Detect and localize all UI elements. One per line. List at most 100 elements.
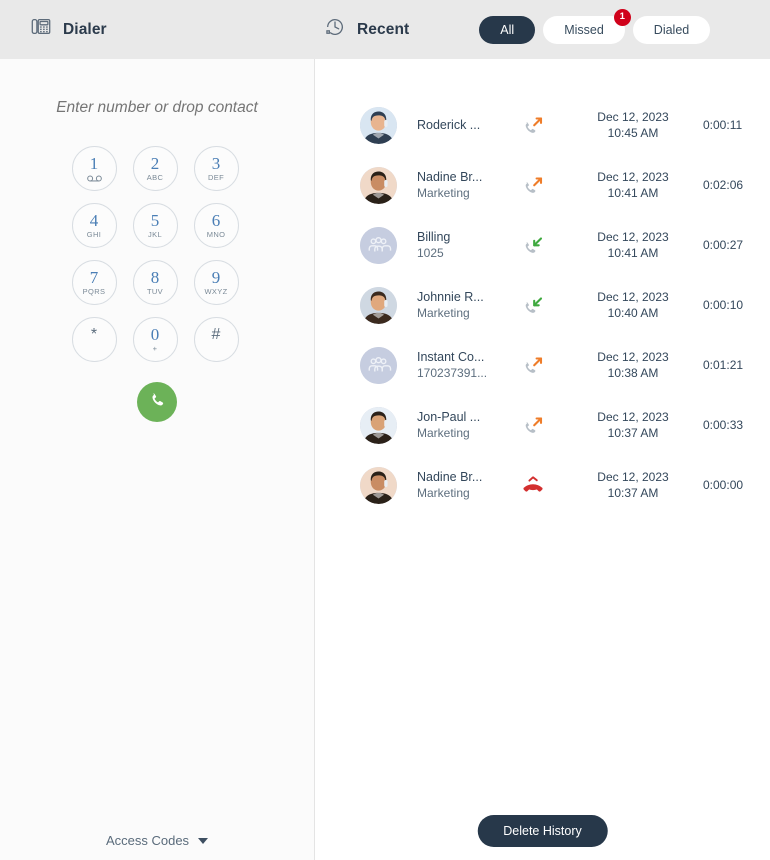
- contact-detail: Marketing: [417, 306, 470, 321]
- tab-missed[interactable]: Missed 1: [543, 8, 631, 44]
- key-letters: PQRS: [82, 287, 106, 297]
- key-7[interactable]: 7 PQRS: [71, 260, 117, 306]
- key-digit: #: [211, 325, 221, 343]
- key-letters: TUV: [146, 287, 164, 297]
- call-duration: 0:00:10: [703, 298, 744, 312]
- number-input[interactable]: [52, 97, 262, 119]
- key-digit: 9: [211, 268, 221, 288]
- call-contact: Billing 1025: [417, 229, 503, 261]
- recents-panel: Roderick ... Dec 12, 2023 10:45 AM 0:00:11 N…: [315, 59, 770, 860]
- recent-header-section: Recent: [315, 16, 409, 43]
- call-time: 10:41 AM: [607, 246, 659, 260]
- dialer-panel: 12ABC3DEF4GHI5JKL6MNO7PQRS8TUV9WXYZ*0+# …: [0, 59, 315, 860]
- call-duration: 0:00:00: [703, 478, 744, 492]
- key-2[interactable]: 2 ABC: [132, 146, 178, 192]
- key-letters: MNO: [206, 230, 226, 240]
- access-codes-dropdown[interactable]: Access Codes: [0, 833, 314, 848]
- call-contact: Johnnie R... Marketing: [417, 289, 503, 321]
- call-time: 10:40 AM: [607, 306, 659, 320]
- key-star[interactable]: *: [71, 317, 117, 363]
- key-0[interactable]: 0 +: [132, 317, 178, 363]
- contact-detail: Marketing: [417, 426, 470, 441]
- call-timestamp: Dec 12, 2023 10:40 AM: [563, 289, 703, 321]
- call-contact: Nadine Br... Marketing: [417, 169, 503, 201]
- call-time: 10:41 AM: [607, 186, 659, 200]
- contact-detail: 1025: [417, 246, 444, 261]
- recent-calls-list: Roderick ... Dec 12, 2023 10:45 AM 0:00:11 N…: [315, 59, 770, 515]
- call-outgoing-icon: [503, 353, 563, 377]
- contact-detail: Marketing: [417, 486, 470, 501]
- call-timestamp: Dec 12, 2023 10:41 AM: [563, 229, 703, 261]
- call-duration: 0:00:27: [703, 238, 744, 252]
- avatar: [360, 466, 397, 504]
- key-digit: 5: [150, 211, 160, 231]
- keypad: 1 2 ABC 3 DEF 4 GHI 5 JKL 6 MNO 7 PQRS 8 TUV 9 WXYZ * 0 + #: [64, 140, 251, 368]
- key-1[interactable]: 1: [71, 146, 117, 192]
- contact-name: Nadine Br...: [417, 469, 483, 484]
- voicemail-icon: [86, 175, 102, 183]
- key-letters: ABC: [146, 173, 164, 183]
- delete-history-button[interactable]: Delete History: [477, 815, 608, 847]
- call-timestamp: Dec 12, 2023 10:37 AM: [563, 469, 703, 501]
- contact-name: Billing: [417, 229, 451, 244]
- call-incoming-icon: [503, 233, 563, 257]
- recent-call-row[interactable]: Instant Co... 170237391... Dec 12, 2023 10:…: [315, 335, 770, 395]
- call-time: 10:38 AM: [607, 366, 659, 380]
- clock-history-icon: [324, 16, 346, 43]
- tab-dialed[interactable]: Dialed: [632, 15, 711, 44]
- app-body: 12ABC3DEF4GHI5JKL6MNO7PQRS8TUV9WXYZ*0+# …: [0, 59, 770, 860]
- contact-name: Nadine Br...: [417, 169, 483, 184]
- key-5[interactable]: 5 JKL: [132, 203, 178, 249]
- key-3[interactable]: 3 DEF: [193, 146, 239, 192]
- recent-call-row[interactable]: Nadine Br... Marketing Dec 12, 2023 10:41 A…: [315, 155, 770, 215]
- call-duration: 0:00:11: [703, 118, 743, 132]
- call-duration: 0:00:33: [703, 418, 744, 432]
- call-time: 10:37 AM: [607, 426, 659, 440]
- missed-count-badge: 1: [613, 8, 631, 26]
- caret-down-icon: [198, 837, 209, 844]
- key-4[interactable]: 4 GHI: [71, 203, 117, 249]
- recent-call-row[interactable]: Roderick ... Dec 12, 2023 10:45 AM 0:00:11: [315, 95, 770, 155]
- call-duration: 0:01:21: [703, 358, 744, 372]
- avatar: [360, 286, 397, 324]
- call-date: Dec 12, 2023: [597, 409, 669, 424]
- recent-call-row[interactable]: Nadine Br... Marketing Dec 12, 2023 10:37 A…: [315, 455, 770, 515]
- key-digit: 6: [211, 211, 221, 231]
- avatar: [360, 346, 397, 384]
- key-hash[interactable]: #: [193, 317, 239, 363]
- call-date: Dec 12, 2023: [597, 169, 669, 184]
- contact-name: Roderick ...: [417, 117, 481, 132]
- dialer-app: Dialer Recent All Missed 1 Dialed Enter …: [0, 0, 770, 860]
- key-8[interactable]: 8 TUV: [132, 260, 178, 306]
- call-missed-icon: [503, 473, 563, 497]
- key-letters: GHI: [86, 230, 102, 240]
- recent-call-row[interactable]: Billing 1025 Dec 12, 2023 10:41 AM 0:00:27: [315, 215, 770, 275]
- avatar: [360, 166, 397, 204]
- call-incoming-icon: [503, 293, 563, 317]
- contact-detail: 170237391...: [417, 366, 488, 381]
- call-button[interactable]: [137, 382, 177, 423]
- contact-name: Jon-Paul ...: [417, 409, 481, 424]
- key-digit: 1: [89, 153, 99, 173]
- call-timestamp: Dec 12, 2023 10:41 AM: [563, 169, 703, 201]
- key-digit: *: [90, 325, 98, 343]
- call-time: 10:45 AM: [607, 126, 659, 140]
- call-date: Dec 12, 2023: [597, 109, 669, 124]
- call-timestamp: Dec 12, 2023 10:38 AM: [563, 349, 703, 381]
- call-outgoing-icon: [503, 113, 563, 137]
- key-digit: 3: [211, 154, 221, 174]
- key-digit: 0: [150, 325, 160, 345]
- recent-call-row[interactable]: Jon-Paul ... Marketing Dec 12, 2023 10:37 A…: [315, 395, 770, 455]
- key-letters: +: [152, 344, 158, 354]
- call-timestamp: Dec 12, 2023 10:37 AM: [563, 409, 703, 441]
- call-outgoing-icon: [503, 413, 563, 437]
- avatar: [360, 406, 397, 444]
- key-6[interactable]: 6 MNO: [193, 203, 239, 249]
- phone-handset-icon: [148, 391, 167, 413]
- call-date: Dec 12, 2023: [597, 349, 669, 364]
- key-letters: JKL: [148, 230, 162, 240]
- tab-all[interactable]: All: [479, 15, 536, 44]
- key-9[interactable]: 9 WXYZ: [193, 260, 239, 306]
- recent-call-row[interactable]: Johnnie R... Marketing Dec 12, 2023 10:40 A…: [315, 275, 770, 335]
- contact-name: Instant Co...: [417, 349, 485, 364]
